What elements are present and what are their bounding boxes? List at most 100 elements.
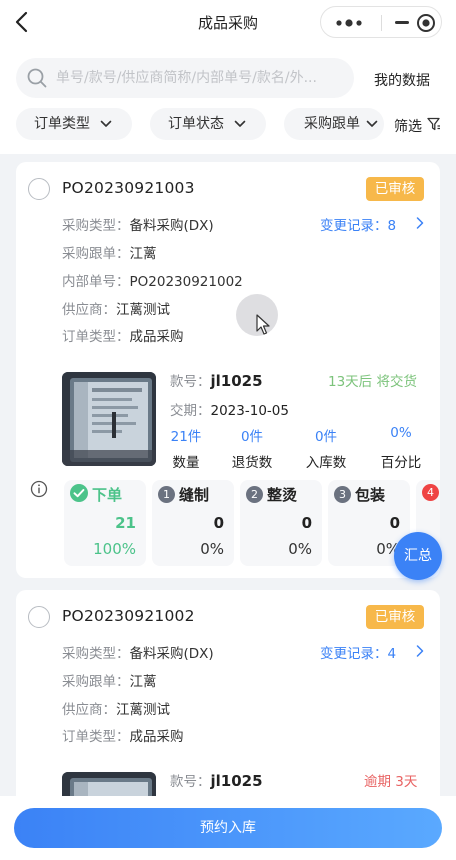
close-target-icon[interactable]	[416, 13, 436, 33]
chevron-right-icon	[416, 645, 424, 657]
overdue-hint: 逾期 3天	[364, 774, 418, 790]
order-card[interactable]: PO20230921003 已审核 采购类型：备料采购(DX) 变更记录：8 采…	[16, 162, 440, 578]
delivery-date-label: 交期：	[170, 403, 211, 419]
style-no-label: 款号：	[170, 374, 211, 390]
purchase-follow-label: 采购跟单	[304, 116, 360, 132]
product-photo-icon	[62, 372, 156, 466]
supplier-label: 供应商：	[62, 302, 116, 318]
order-type-label: 订单类型：	[62, 329, 130, 345]
process-step-name: 下单	[70, 484, 122, 505]
change-log-link[interactable]: 变更记录：4	[320, 642, 424, 662]
order-type-row: 订单类型：成品采购	[62, 325, 184, 345]
step-number-badge: 4	[422, 484, 439, 501]
process-step-name: 4	[422, 484, 440, 502]
process-step: 2 整烫 0 0%	[240, 480, 322, 566]
follower-label: 采购跟单：	[62, 674, 130, 690]
supplier-row: 供应商：江蓠测试	[62, 298, 170, 318]
chevron-down-icon	[234, 120, 246, 127]
step-number-badge: 2	[246, 486, 263, 503]
mouse-pointer-icon	[256, 314, 270, 335]
process-step-qty: 0	[301, 514, 312, 532]
style-no-value: jl1025	[210, 772, 263, 790]
order-type-label: 订单类型	[34, 116, 90, 132]
stat-stockin-label: 入库数	[305, 455, 347, 471]
order-status-dropdown[interactable]: 订单状态	[150, 108, 266, 140]
process-step-label: 缝制	[179, 486, 210, 504]
process-step-pct: 100%	[93, 540, 136, 558]
process-step-label: 包装	[355, 486, 386, 504]
process-step-pct: 0%	[288, 540, 312, 558]
filter-label: 筛选	[394, 119, 422, 135]
process-strip[interactable]: 下单 21 100% 1缝制 0 0% 2整烫 0 0% 3包装 0 0%	[64, 480, 440, 566]
more-dots-icon[interactable]	[331, 16, 373, 30]
follower-row: 采购跟单：江蓠	[62, 670, 157, 690]
process-step-name: 2 整烫	[246, 484, 297, 505]
order-type-label: 订单类型：	[62, 729, 130, 745]
follower-value: 江蓠	[129, 674, 157, 690]
change-log-link[interactable]: 变更记录：8	[320, 214, 424, 234]
supplier-label: 供应商：	[62, 702, 116, 718]
purchase-type-label: 采购类型：	[62, 646, 130, 662]
step-number-badge: 1	[158, 486, 175, 503]
select-radio[interactable]	[28, 178, 50, 200]
supplier-value: 江蓠测试	[116, 302, 170, 318]
summary-button[interactable]: 汇总	[394, 532, 442, 580]
delivery-date-value: 2023-10-05	[210, 403, 289, 419]
my-data-link[interactable]: 我的数据	[374, 70, 430, 90]
chevron-right-icon	[416, 217, 424, 229]
style-no-value: jl1025	[210, 372, 263, 390]
process-step-pct: 0%	[200, 540, 224, 558]
funnel-icon	[427, 117, 440, 131]
style-no-label: 款号：	[170, 774, 211, 790]
follower-value: 江蓠	[129, 246, 157, 262]
purchase-type-value: 备料采购(DX)	[129, 646, 214, 662]
process-step-qty: 21	[115, 514, 136, 532]
minimize-icon[interactable]	[395, 21, 409, 24]
order-type-value: 成品采购	[129, 729, 184, 745]
search-icon	[27, 68, 47, 88]
purchase-type-value: 备料采购(DX)	[129, 218, 214, 234]
appointment-stockin-button[interactable]: 预约入库	[14, 808, 442, 848]
order-type-dropdown[interactable]: 订单类型	[16, 108, 132, 140]
process-step-name: 1 缝制	[158, 484, 209, 505]
capsule-divider	[381, 15, 382, 31]
check-circle-icon	[70, 484, 88, 502]
process-step-label: 整烫	[267, 486, 298, 504]
style-no-row: 款号：jl1025	[170, 370, 263, 390]
status-badge: 已审核	[366, 605, 424, 629]
stat-stockin-value: 0件	[314, 429, 338, 445]
stat-quantity-value: 21件	[170, 429, 202, 445]
stat-percent-label: 百分比	[380, 455, 422, 471]
process-step-name: 3 包装	[334, 484, 385, 505]
filter-button[interactable]: 筛选	[394, 116, 440, 136]
filter-area: 我的数据 订单类型 订单状态 采购跟单 筛选	[0, 44, 456, 154]
stat-percent-value: 0%	[390, 425, 412, 441]
follower-label: 采购跟单：	[62, 246, 130, 262]
process-step-qty: 0	[213, 514, 224, 532]
stat-return-label: 退货数	[231, 455, 273, 471]
delivery-hint: 13天后 将交货	[328, 374, 417, 390]
supplier-value: 江蓠测试	[116, 702, 170, 718]
select-radio[interactable]	[28, 606, 50, 628]
product-image[interactable]	[62, 372, 156, 466]
style-no-row: 款号：jl1025	[170, 770, 263, 790]
po-number: PO20230921003	[62, 179, 195, 197]
info-icon[interactable]	[30, 480, 48, 498]
supplier-row: 供应商：江蓠测试	[62, 698, 170, 718]
stat-return-value: 0件	[240, 429, 264, 445]
chevron-down-icon	[100, 120, 112, 127]
delivery-date-row: 交期：2023-10-05	[170, 399, 289, 419]
change-log-label: 变更记录：4	[320, 646, 397, 662]
process-step: 1 缝制 0 0%	[152, 480, 234, 566]
search-box[interactable]	[16, 58, 354, 98]
order-type-row: 订单类型：成品采购	[62, 725, 184, 745]
follower-row: 采购跟单：江蓠	[62, 242, 157, 262]
internal-no-row: 内部单号：PO20230921002	[62, 270, 243, 290]
process-step-qty: 0	[389, 514, 400, 532]
change-log-label: 变更记录：8	[320, 218, 397, 234]
bottom-action-bar: 预约入库	[0, 796, 456, 860]
process-step: 下单 21 100%	[64, 480, 146, 566]
purchase-follow-dropdown[interactable]: 采购跟单	[284, 108, 384, 140]
purchase-type-row: 采购类型：备料采购(DX)	[62, 642, 214, 662]
search-input[interactable]	[56, 58, 352, 98]
